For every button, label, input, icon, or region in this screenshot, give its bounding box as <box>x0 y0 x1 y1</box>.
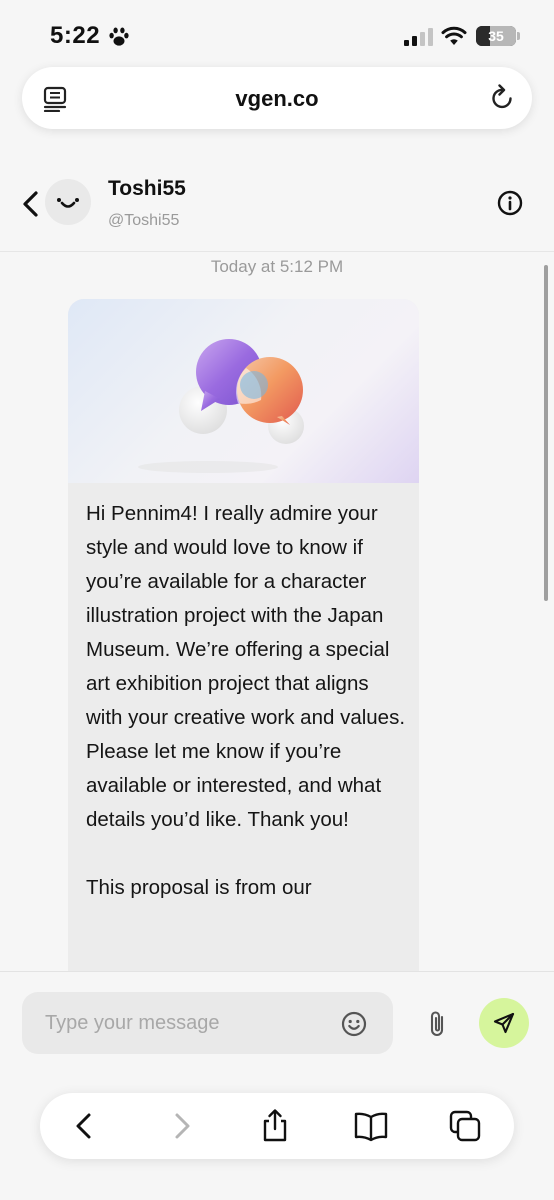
avatar-smiley-icon <box>57 198 79 208</box>
back-chevron-icon[interactable] <box>20 190 42 218</box>
share-icon[interactable] <box>257 1108 293 1144</box>
message-text: Hi Pennim4! I really admire your style a… <box>86 502 406 899</box>
address-bar[interactable]: vgen.co <box>22 67 532 129</box>
bookmarks-icon[interactable] <box>353 1108 389 1144</box>
screen: 5:22 35 vgen.co Toshi55 @Toshi55 Today a… <box>0 0 554 1200</box>
scrollbar[interactable] <box>544 265 548 601</box>
tabs-icon[interactable] <box>447 1108 483 1144</box>
avatar[interactable] <box>45 179 91 225</box>
contact-handle: @Toshi55 <box>108 212 180 229</box>
battery-icon: 35 <box>476 26 516 46</box>
contact-name[interactable]: Toshi55 <box>108 177 186 201</box>
status-bar: 5:22 35 <box>0 0 554 70</box>
battery-nub <box>517 32 520 40</box>
chat-bubbles-illustration <box>138 339 304 473</box>
send-icon <box>493 1012 515 1034</box>
emoji-icon[interactable] <box>341 1011 367 1037</box>
forward-icon[interactable] <box>163 1108 199 1144</box>
paw-icon <box>109 27 129 46</box>
message-input[interactable] <box>22 992 393 1054</box>
back-icon[interactable] <box>67 1108 103 1144</box>
reload-icon[interactable] <box>490 84 516 112</box>
composer <box>0 971 554 1081</box>
chat-header: Toshi55 @Toshi55 <box>0 160 554 252</box>
message-card[interactable]: Hi Pennim4! I really admire your style a… <box>68 299 419 971</box>
paperclip-icon[interactable] <box>427 1009 449 1039</box>
send-button[interactable] <box>479 998 529 1048</box>
conversation[interactable]: Today at 5:12 PM Hi Pennim4! I really ad… <box>0 253 554 971</box>
url-text[interactable]: vgen.co <box>22 86 532 112</box>
status-time: 5:22 <box>50 22 101 49</box>
message-image <box>68 299 419 483</box>
info-icon[interactable] <box>497 190 523 216</box>
message-timestamp: Today at 5:12 PM <box>210 257 344 276</box>
cellular-signal-icon <box>404 28 433 46</box>
battery-level: 35 <box>488 28 504 44</box>
browser-toolbar <box>40 1093 514 1159</box>
wifi-icon <box>441 26 467 45</box>
